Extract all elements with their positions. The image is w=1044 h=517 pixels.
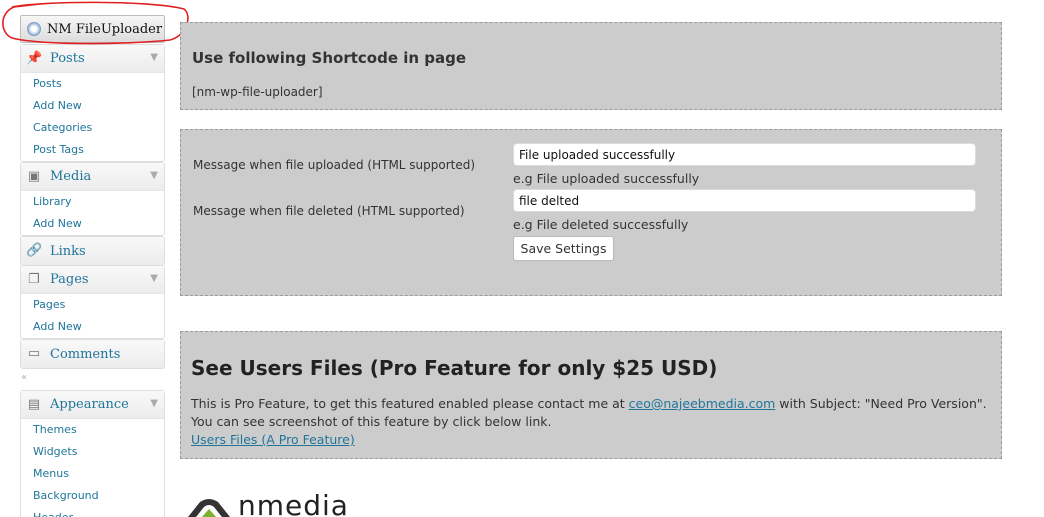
delete-message-input[interactable] (513, 189, 976, 212)
sidebar-item-categories[interactable]: Categories (21, 117, 164, 139)
settings-panel: Message when file uploaded (HTML support… (180, 129, 1002, 296)
menu-label-pages: Pages (50, 272, 89, 287)
menu-head-media[interactable]: ▣ Media ▼ (21, 163, 164, 191)
sidebar-item-background[interactable]: Background (21, 485, 164, 507)
menu-label-posts: Posts (50, 51, 85, 66)
upload-message-label: Message when file uploaded (HTML support… (193, 158, 476, 172)
delete-message-hint: e.g File deleted successfully (513, 217, 689, 232)
pages-icon: ❐ (28, 271, 40, 287)
menu-label-links: Links (50, 243, 86, 259)
menu-media: ▣ Media ▼ Library Add New (20, 162, 165, 236)
gear-icon (27, 22, 41, 36)
menu-label-media: Media (50, 169, 92, 184)
upload-message-input[interactable] (513, 143, 976, 166)
sidebar-item-menus[interactable]: Menus (21, 463, 164, 485)
chevron-down-icon[interactable]: ▼ (150, 52, 158, 63)
sidebar-item-library[interactable]: Library (21, 191, 164, 213)
plugin-button-label: NM FileUploader (47, 21, 163, 37)
pro-feature-title: See Users Files (Pro Feature for only $2… (191, 356, 718, 380)
users-files-link[interactable]: Users Files (A Pro Feature) (191, 432, 355, 447)
media-icon: ▣ (27, 168, 41, 184)
pro-feature-description: This is Pro Feature, to get this feature… (191, 395, 991, 431)
sidebar-item-pages[interactable]: Pages (21, 294, 164, 316)
desc-text-before: This is Pro Feature, to get this feature… (191, 396, 629, 411)
email-link[interactable]: ceo@najeebmedia.com (629, 396, 776, 411)
menu-posts: 📌 Posts ▼ Posts Add New Categories Post … (20, 44, 165, 162)
shortcode-title: Use following Shortcode in page (192, 49, 467, 67)
sidebar-item-header[interactable]: Header (21, 507, 164, 517)
chevron-down-icon[interactable]: ▼ (150, 170, 158, 181)
collapse-menu-icon[interactable]: « (21, 372, 27, 383)
sidebar-item-add-new-page[interactable]: Add New (21, 316, 164, 338)
menu-links: 🔗 Links (20, 236, 165, 266)
menu-head-appearance[interactable]: ▤ Appearance ▼ (21, 391, 164, 419)
menu-head-links[interactable]: 🔗 Links (21, 237, 164, 265)
upload-message-hint: e.g File uploaded successfully (513, 171, 700, 186)
sidebar-item-post-tags[interactable]: Post Tags (21, 139, 164, 161)
menu-head-comments[interactable]: ▭ Comments (21, 340, 164, 368)
sidebar-item-themes[interactable]: Themes (21, 419, 164, 441)
menu-head-pages[interactable]: ❐ Pages ▼ (21, 266, 164, 294)
sidebar-item-add-new-post[interactable]: Add New (21, 95, 164, 117)
sidebar-item-posts[interactable]: Posts (21, 73, 164, 95)
menu-label-comments: Comments (50, 346, 121, 362)
shortcode-text: [nm-wp-file-uploader] (192, 85, 323, 99)
shortcode-panel: Use following Shortcode in page [nm-wp-f… (180, 22, 1002, 110)
pro-feature-panel: See Users Files (Pro Feature for only $2… (180, 331, 1002, 459)
pushpin-icon: 📌 (26, 50, 43, 66)
sidebar-item-widgets[interactable]: Widgets (21, 441, 164, 463)
link-icon: 🔗 (26, 243, 43, 258)
comment-icon: ▭ (27, 346, 41, 361)
logo-text: nmedia (238, 494, 349, 517)
menu-pages: ❐ Pages ▼ Pages Add New (20, 265, 165, 339)
delete-message-label: Message when file deleted (HTML supporte… (193, 204, 465, 218)
appearance-icon: ▤ (27, 396, 41, 412)
save-settings-button[interactable]: Save Settings (513, 236, 614, 261)
sidebar-item-add-new-media[interactable]: Add New (21, 213, 164, 235)
menu-appearance: ▤ Appearance ▼ Themes Widgets Menus Back… (20, 390, 165, 517)
logo-mark-icon (188, 499, 230, 517)
menu-label-appearance: Appearance (50, 397, 129, 412)
menu-head-posts[interactable]: 📌 Posts ▼ (21, 45, 164, 73)
nmedia-logo: nmedia (186, 494, 349, 517)
chevron-down-icon[interactable]: ▼ (150, 273, 158, 284)
chevron-down-icon[interactable]: ▼ (150, 398, 158, 409)
menu-comments: ▭ Comments (20, 339, 165, 369)
admin-sidebar: NM FileUploader 📌 Posts ▼ Posts Add New … (20, 15, 165, 517)
nm-fileuploader-menu-button[interactable]: NM FileUploader (20, 15, 165, 43)
